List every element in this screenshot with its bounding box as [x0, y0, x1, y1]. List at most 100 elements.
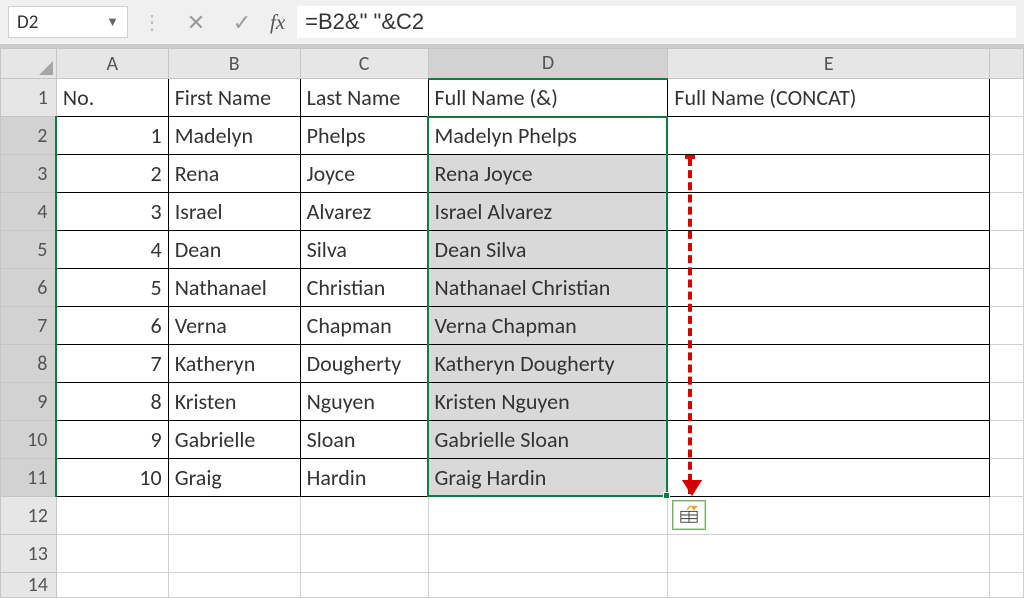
cell-C2[interactable]: Phelps — [300, 117, 428, 155]
cell-C4[interactable]: Alvarez — [300, 193, 428, 231]
cell-F11[interactable] — [990, 459, 1024, 497]
col-header-B[interactable]: B — [168, 49, 300, 79]
cell-F7[interactable] — [990, 307, 1024, 345]
col-header-E[interactable]: E — [668, 49, 990, 79]
cell-B13[interactable] — [168, 535, 300, 573]
cell-A3[interactable]: 2 — [56, 155, 168, 193]
cell-C8[interactable]: Dougherty — [300, 345, 428, 383]
cell-B2[interactable]: Madelyn — [168, 117, 300, 155]
cell-F5[interactable] — [990, 231, 1024, 269]
cell-D13[interactable] — [428, 535, 668, 573]
cell-D1[interactable]: Full Name (&) — [428, 79, 668, 117]
cell-B12[interactable] — [168, 497, 300, 535]
cell-D7[interactable]: Verna Chapman — [428, 307, 668, 345]
cell-C13[interactable] — [300, 535, 428, 573]
row-header-5[interactable]: 5 — [1, 231, 57, 269]
row-header-7[interactable]: 7 — [1, 307, 57, 345]
cell-C5[interactable]: Silva — [300, 231, 428, 269]
select-all-corner[interactable] — [1, 49, 57, 79]
row-header-4[interactable]: 4 — [1, 193, 57, 231]
cell-A11[interactable]: 10 — [56, 459, 168, 497]
col-header-D[interactable]: D — [428, 49, 668, 79]
cell-D5[interactable]: Dean Silva — [428, 231, 668, 269]
cell-C6[interactable]: Christian — [300, 269, 428, 307]
cell-A13[interactable] — [56, 535, 168, 573]
cell-E12[interactable] — [668, 497, 990, 535]
cell-F3[interactable] — [990, 155, 1024, 193]
cell-F4[interactable] — [990, 193, 1024, 231]
row-header-8[interactable]: 8 — [1, 345, 57, 383]
cell-F13[interactable] — [990, 535, 1024, 573]
cell-A4[interactable]: 3 — [56, 193, 168, 231]
fx-icon[interactable]: fx — [270, 10, 285, 35]
row-header-12[interactable]: 12 — [1, 497, 57, 535]
row-header-13[interactable]: 13 — [1, 535, 57, 573]
spreadsheet-grid[interactable]: A B C D E 1 No. First Name Last Name Ful… — [0, 48, 1024, 598]
col-header-C[interactable]: C — [300, 49, 428, 79]
cell-D2[interactable]: Madelyn Phelps — [428, 117, 668, 155]
cell-B4[interactable]: Israel — [168, 193, 300, 231]
formula-input[interactable] — [297, 6, 1016, 38]
cell-B3[interactable]: Rena — [168, 155, 300, 193]
cell-D9[interactable]: Kristen Nguyen — [428, 383, 668, 421]
cell-B11[interactable]: Graig — [168, 459, 300, 497]
cell-C3[interactable]: Joyce — [300, 155, 428, 193]
cell-A1[interactable]: No. — [56, 79, 168, 117]
row-header-14[interactable]: 14 — [1, 573, 57, 598]
cell-C14[interactable] — [300, 573, 428, 598]
cell-D11[interactable]: Graig Hardin — [428, 459, 668, 497]
col-header-extra[interactable] — [990, 49, 1024, 79]
cell-E11[interactable] — [668, 459, 990, 497]
cell-A6[interactable]: 5 — [56, 269, 168, 307]
row-header-1[interactable]: 1 — [1, 79, 57, 117]
cell-E8[interactable] — [668, 345, 990, 383]
cell-D8[interactable]: Katheryn Dougherty — [428, 345, 668, 383]
cell-F6[interactable] — [990, 269, 1024, 307]
autofill-options-button[interactable] — [672, 500, 706, 530]
cell-A8[interactable]: 7 — [56, 345, 168, 383]
cell-A2[interactable]: 1 — [56, 117, 168, 155]
cell-B6[interactable]: Nathanael — [168, 269, 300, 307]
row-header-3[interactable]: 3 — [1, 155, 57, 193]
cell-E6[interactable] — [668, 269, 990, 307]
cell-A10[interactable]: 9 — [56, 421, 168, 459]
cell-D12[interactable] — [428, 497, 668, 535]
cell-F12[interactable] — [990, 497, 1024, 535]
cell-B7[interactable]: Verna — [168, 307, 300, 345]
cell-B14[interactable] — [168, 573, 300, 598]
cell-B9[interactable]: Kristen — [168, 383, 300, 421]
cell-E5[interactable] — [668, 231, 990, 269]
cell-E3[interactable] — [668, 155, 990, 193]
cell-A7[interactable]: 6 — [56, 307, 168, 345]
cell-F10[interactable] — [990, 421, 1024, 459]
cell-C9[interactable]: Nguyen — [300, 383, 428, 421]
col-header-A[interactable]: A — [56, 49, 168, 79]
cell-C12[interactable] — [300, 497, 428, 535]
row-header-10[interactable]: 10 — [1, 421, 57, 459]
cell-E2[interactable] — [668, 117, 990, 155]
cell-E4[interactable] — [668, 193, 990, 231]
cell-C10[interactable]: Sloan — [300, 421, 428, 459]
row-header-2[interactable]: 2 — [1, 117, 57, 155]
cell-C1[interactable]: Last Name — [300, 79, 428, 117]
row-header-11[interactable]: 11 — [1, 459, 57, 497]
row-header-9[interactable]: 9 — [1, 383, 57, 421]
cell-D4[interactable]: Israel Alvarez — [428, 193, 668, 231]
cell-F1[interactable] — [990, 79, 1024, 117]
cell-B1[interactable]: First Name — [168, 79, 300, 117]
cell-E13[interactable] — [668, 535, 990, 573]
cell-C7[interactable]: Chapman — [300, 307, 428, 345]
cell-A5[interactable]: 4 — [56, 231, 168, 269]
row-header-6[interactable]: 6 — [1, 269, 57, 307]
cell-F9[interactable] — [990, 383, 1024, 421]
cell-A14[interactable] — [56, 573, 168, 598]
name-box[interactable]: D2 ▼ — [8, 6, 128, 38]
cell-F14[interactable] — [990, 573, 1024, 598]
cell-B10[interactable]: Gabrielle — [168, 421, 300, 459]
cell-D6[interactable]: Nathanael Christian — [428, 269, 668, 307]
cell-D14[interactable] — [428, 573, 668, 598]
cell-B5[interactable]: Dean — [168, 231, 300, 269]
cell-D10[interactable]: Gabrielle Sloan — [428, 421, 668, 459]
cell-E14[interactable] — [668, 573, 990, 598]
cell-C11[interactable]: Hardin — [300, 459, 428, 497]
